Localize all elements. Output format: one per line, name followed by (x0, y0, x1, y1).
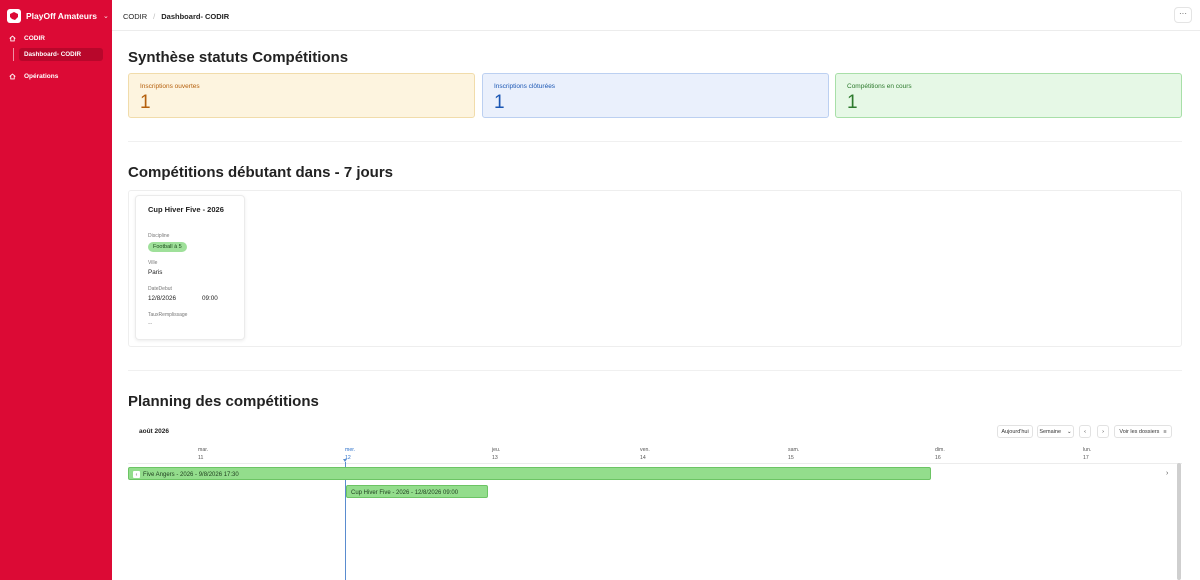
breadcrumb-root[interactable]: CODIR (123, 12, 147, 21)
sidebar-item-label: CODIR (24, 35, 45, 42)
calendar-month: août 2026 (139, 428, 169, 435)
competition-name: Cup Hiver Five - 2026 (148, 205, 224, 214)
calendar-event[interactable]: Cup Hiver Five - 2026 - 12/8/2026 09:00 (346, 485, 488, 498)
discipline-badge: Football à 5 (148, 242, 187, 252)
chevron-right-icon[interactable]: › (1166, 470, 1168, 477)
day-number: 16 (935, 455, 941, 461)
day-name: lun. (1083, 447, 1092, 453)
discipline-label: Discipline (148, 233, 170, 239)
day-number: 13 (492, 455, 498, 461)
calendar-event[interactable]: ‹ Five Angers - 2026 - 9/8/2026 17:30 (128, 467, 931, 480)
day-number: 17 (1083, 455, 1089, 461)
calendar-day: dim. 16 (935, 446, 995, 462)
calendar-day: sam. 15 (788, 446, 848, 462)
view-select[interactable]: Semaine ⌄ (1037, 425, 1074, 438)
time-value: 09:00 (202, 295, 218, 302)
home-icon (9, 73, 16, 80)
day-number: 11 (198, 455, 204, 461)
calendar-day: ven. 14 (640, 446, 700, 462)
brand-logo-icon (7, 9, 21, 23)
chevron-right-icon: › (1102, 428, 1104, 435)
list-icon: ≡ (1163, 428, 1167, 435)
section-title-upcoming: Compétitions débutant dans - 7 jours (128, 164, 394, 181)
competition-card[interactable]: Cup Hiver Five - 2026 Discipline Footbal… (135, 195, 245, 340)
ville-label: Ville (148, 260, 158, 266)
scrollbar[interactable] (1177, 463, 1181, 580)
section-title-planning: Planning des compétitions (128, 393, 319, 410)
sidebar-item-operations[interactable]: Opérations (9, 73, 58, 80)
date-value: 12/8/2026 (148, 295, 177, 302)
day-number: 12 (345, 455, 351, 461)
sub-nav-line (13, 48, 14, 61)
chevron-down-icon: ⌄ (1067, 428, 1072, 435)
day-number: 14 (640, 455, 646, 461)
calendar-header-divider (128, 463, 1182, 464)
calendar-day: mar. 11 (198, 446, 258, 462)
stat-label: Inscriptions ouvertes (140, 83, 200, 90)
workspace-switcher[interactable]: PlayOff Amateurs ⌄ (7, 9, 109, 23)
stat-value: 1 (494, 92, 505, 113)
sidebar-item-label: Opérations (24, 73, 59, 80)
sidebar-item-dashboard-codir[interactable]: Dashboard- CODIR (19, 48, 103, 61)
home-icon (9, 35, 16, 42)
day-number: 15 (788, 455, 794, 461)
next-button[interactable]: › (1097, 425, 1109, 438)
chevron-down-icon: ⌄ (103, 13, 109, 20)
day-name: mer. (345, 447, 356, 453)
date-label: DateDebut (148, 286, 172, 292)
brand-name: PlayOff Amateurs (26, 11, 98, 21)
section-divider (128, 370, 1182, 371)
stat-card-competitions-en-cours: Compétitions en cours 1 (835, 73, 1182, 118)
ville-value: Paris (148, 269, 163, 276)
taux-value: -- (148, 320, 153, 327)
taux-label: TauxRemplissage (148, 312, 188, 318)
day-name: ven. (640, 447, 650, 453)
sidebar: PlayOff Amateurs ⌄ CODIR Dashboard- CODI… (0, 0, 112, 580)
event-label: Cup Hiver Five - 2026 - 12/8/2026 09:00 (351, 489, 459, 496)
view-files-button[interactable]: Voir les dossiers ≡ (1114, 425, 1172, 438)
calendar-day: jeu. 13 (492, 446, 552, 462)
prev-button[interactable]: ‹ (1079, 425, 1091, 438)
upcoming-panel (128, 190, 1182, 347)
day-name: dim. (935, 447, 945, 453)
stat-card-inscriptions-ouvertes: Inscriptions ouvertes 1 (128, 73, 475, 118)
breadcrumb-separator: / (153, 12, 156, 21)
section-divider (128, 141, 1182, 142)
day-name: mar. (198, 447, 209, 453)
more-options-button[interactable]: ··· (1174, 7, 1192, 23)
chevron-left-icon: ‹ (1084, 428, 1086, 435)
day-name: jeu. (492, 447, 501, 453)
breadcrumb-current: Dashboard- CODIR (161, 12, 230, 21)
stat-card-inscriptions-cloturees: Inscriptions clôturées 1 (482, 73, 829, 118)
today-button[interactable]: Aujourd'hui (997, 425, 1033, 438)
top-bar: CODIR / Dashboard- CODIR ··· (112, 0, 1200, 31)
calendar-day: lun. 17 (1083, 446, 1143, 462)
event-label: Five Angers - 2026 - 9/8/2026 17:30 (143, 471, 239, 478)
stat-label: Inscriptions clôturées (494, 83, 556, 90)
calendar-day-today: mer. 12 (345, 446, 405, 462)
chevron-left-icon: ‹ (133, 471, 140, 478)
breadcrumb: CODIR / Dashboard- CODIR (123, 12, 229, 21)
view-files-label: Voir les dossiers (1119, 428, 1160, 435)
stat-value: 1 (140, 92, 151, 113)
day-name: sam. (788, 447, 800, 453)
stat-value: 1 (847, 92, 858, 113)
section-title-synthese: Synthèse statuts Compétitions (128, 49, 349, 66)
stat-label: Compétitions en cours (847, 83, 912, 90)
view-select-value: Semaine (1039, 428, 1062, 435)
sidebar-item-codir[interactable]: CODIR (9, 35, 45, 42)
